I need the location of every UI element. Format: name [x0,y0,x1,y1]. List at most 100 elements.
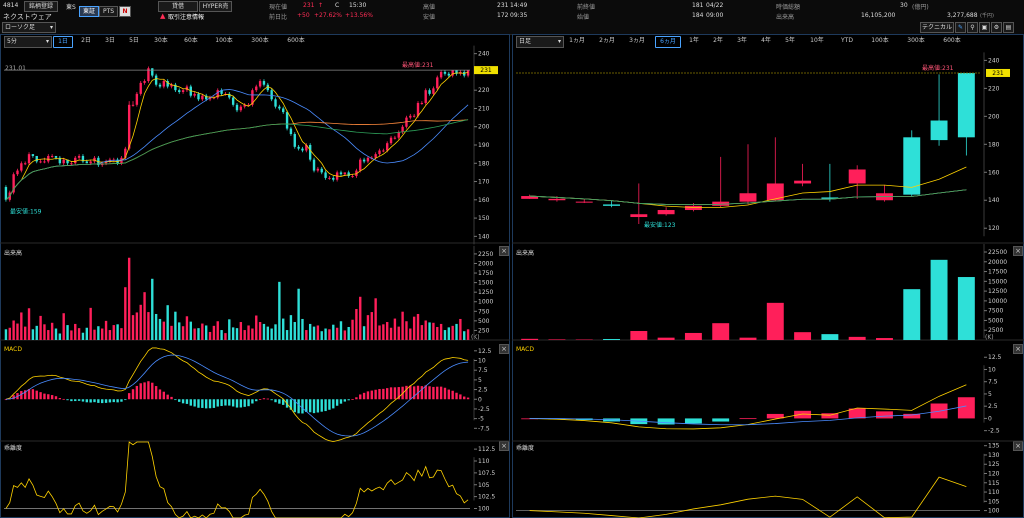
left-volume-bar [93,329,96,340]
left-volume-bar [270,328,273,340]
left-price-tick-label: 140 [478,233,490,240]
left-volume-bar [158,318,162,340]
left-price-candle [382,150,385,152]
left-macd-tick-label: 7.5 [478,367,488,374]
left-price-candle [35,155,38,162]
left-volume-bar [316,325,320,340]
left-macd-hist-bar [386,388,389,400]
left-price-candle [339,172,343,175]
left-volume-bar [278,281,281,340]
left-volume-bar [297,288,300,340]
left-volume-bar [355,309,358,340]
left-macd-hist-bar [147,381,150,400]
left-volume-tick-label: 500 [478,318,490,325]
left-volume-bar [370,312,373,340]
left-volume-bar [74,323,77,340]
left-deviation-tick-label: 110 [478,458,490,465]
left-macd-hist-bar [443,387,447,400]
right-volume-tick-label: 20000 [988,259,1007,266]
left-price-tag-text: 231 [480,67,492,74]
left-macd-hist-bar [54,396,58,400]
left-price-candle [374,154,377,158]
left-macd-hist-bar [228,399,231,406]
left-price-candle [393,137,397,139]
left-macd-hist-bar [85,399,88,403]
left-macd-hist-bar [58,398,62,400]
left-macd-hist-bar [297,399,300,414]
left-price-candle [297,146,300,149]
left-volume-bar [120,328,123,340]
right-macd-tick-label: 7.5 [988,379,998,386]
left-macd-tick-label: -2.5 [478,406,490,413]
right-volume-tick-label: 7500 [988,308,1003,315]
left-macd-hist-bar [324,399,327,412]
left-volume-bar [382,324,385,340]
right-volume-bar [821,334,839,340]
left-volume-bar [436,326,439,340]
right-macd-hist-bar [739,418,757,420]
left-macd-hist-bar [409,385,412,400]
left-volume-bar [243,330,246,340]
left-volume-bar [16,323,19,340]
left-price-candle [389,137,393,144]
left-volume-bar [301,318,304,340]
left-volume-bar [204,325,208,340]
left-volume-tick-label: 1750 [478,270,493,277]
right-price-candle [630,214,648,218]
right-volume-bar [712,323,730,340]
left-deviation-tick-label: 105 [478,482,490,489]
right-deviation-tick-label: 115 [988,480,1000,487]
left-macd-hist-bar [339,399,343,404]
right-macd-tick-label: -2.5 [988,428,1000,435]
left-macd-hist-bar [43,393,46,400]
left-volume-bar [235,328,239,340]
left-volume-bar [366,315,370,340]
left-macd-hist-bar [262,398,266,400]
left-price-candle [258,81,262,87]
right-volume-bar [766,302,784,340]
left-volume-bar [97,326,100,340]
left-volume-bar [239,322,243,340]
left-price-candle [193,93,196,96]
right-deviation-tick-label: 110 [988,489,1000,496]
left-macd-hist-bar [135,385,139,400]
left-macd-hist-bar [447,389,451,400]
left-macd-hist-bar [266,398,270,400]
left-volume-tick-label: 750 [478,308,490,315]
left-volume-bar [47,330,50,340]
left-macd-hist-bar [436,386,439,400]
left-volume-bar [181,326,185,340]
left-macd-hist-bar [301,399,304,414]
right-macd-hist-bar [876,411,893,419]
left-macd-hist-bar [151,382,154,400]
left-volume-bar [131,315,135,340]
right-price-candle [684,205,702,211]
left-macd-hist-bar [212,399,216,408]
left-macd-hist-bar [131,389,135,400]
left-price-candle [359,159,362,171]
right-macd-tick-label: 5 [988,391,992,398]
left-macd-hist-bar [101,399,104,404]
left-volume-bar [220,330,223,340]
left-volume-tick-label: 2000 [478,260,493,267]
left-macd-hist-bar [193,399,196,407]
left-macd-hist-bar [393,387,397,400]
left-macd-hist-bar [174,399,177,401]
left-volume-bar [305,330,308,340]
right-volume-bar [903,289,921,340]
left-macd-hist-bar [62,398,65,400]
left-volume-bar [62,313,65,340]
left-volume-bar [112,325,115,340]
left-price-tick-label: 150 [478,215,490,222]
left-price-tick-label: 210 [478,105,490,112]
left-deviation-deviation-line [5,441,469,518]
left-volume-bar [393,318,397,340]
right-price-candle [903,137,921,195]
right-volume-tick-label: 2500 [988,327,1003,334]
left-volume-bar [258,322,262,340]
left-volume-bar [170,325,173,340]
left-volume-bar [212,325,216,340]
left-price-candle [420,102,424,104]
left-macd-tick-label: -5 [478,416,484,423]
left-price-candle [343,172,347,175]
